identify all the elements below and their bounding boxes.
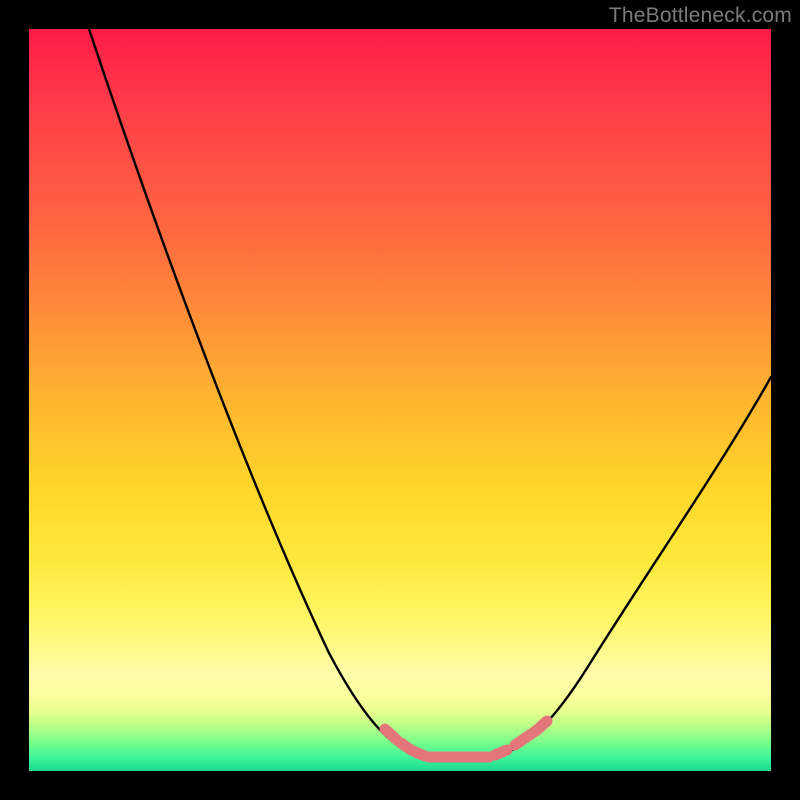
plot-background-gradient bbox=[29, 29, 771, 771]
chart-frame: TheBottleneck.com bbox=[0, 0, 800, 800]
watermark-text: TheBottleneck.com bbox=[609, 4, 792, 28]
